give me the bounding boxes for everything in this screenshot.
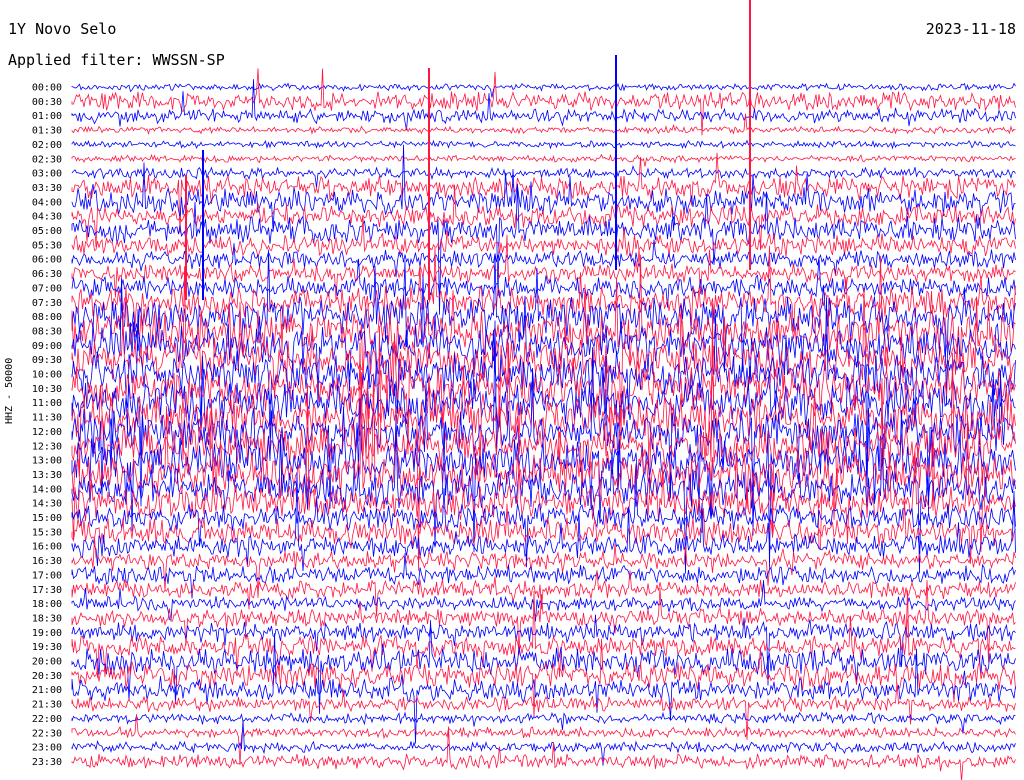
trace-line — [71, 153, 1016, 167]
time-tick-label: 05:00 — [32, 226, 62, 237]
time-tick-label: 04:00 — [32, 197, 62, 208]
time-tick-label: 22:00 — [32, 714, 62, 725]
trace-line — [71, 164, 1016, 188]
time-tick-label: 06:30 — [32, 269, 62, 280]
time-tick-label: 21:30 — [32, 700, 62, 711]
trace-line — [71, 152, 1016, 234]
time-tick-label: 01:00 — [32, 111, 62, 122]
time-tick-label: 01:30 — [32, 126, 62, 137]
time-tick-label: 03:30 — [32, 183, 62, 194]
time-tick-label: 21:00 — [32, 685, 62, 696]
time-tick-label: 23:30 — [32, 757, 62, 768]
time-tick-label: 06:00 — [32, 255, 62, 266]
time-tick-label: 08:00 — [32, 312, 62, 323]
time-tick-label: 19:30 — [32, 642, 62, 653]
time-tick-label: 12:00 — [32, 427, 62, 438]
time-tick-label: 23:00 — [32, 743, 62, 754]
trace-line — [71, 633, 1016, 744]
trace-line — [71, 714, 1016, 766]
time-tick-label: 10:00 — [32, 370, 62, 381]
trace-line — [71, 184, 1016, 251]
time-tick-label: 07:30 — [32, 298, 62, 309]
trace-line — [71, 614, 1016, 686]
time-tick-label: 20:00 — [32, 657, 62, 668]
time-tick-label: 14:00 — [32, 484, 62, 495]
time-tick-label: 15:30 — [32, 527, 62, 538]
seismogram-plot: 00:00 00:30 01:00 01:30 02:00 02:30 03:00 03:30… — [32, 0, 1016, 780]
time-tick-label: 17:30 — [32, 585, 62, 596]
time-tick-label: 11:00 — [32, 398, 62, 409]
time-tick-label: 13:00 — [32, 456, 62, 467]
time-tick-label: 08:30 — [32, 326, 62, 337]
time-tick-label: 05:30 — [32, 240, 62, 251]
trace-line — [71, 68, 1016, 136]
time-tick-label: 15:00 — [32, 513, 62, 524]
trace-line — [71, 537, 1016, 598]
trace-line — [71, 82, 1016, 98]
trace-line — [71, 580, 1016, 663]
time-tick-label: 00:30 — [32, 97, 62, 108]
time-tick-label: 02:00 — [32, 140, 62, 151]
time-tick-label: 12:30 — [32, 441, 62, 452]
time-tick-label: 11:30 — [32, 413, 62, 424]
time-tick-label: 00:00 — [32, 83, 62, 94]
time-tick-label: 22:30 — [32, 728, 62, 739]
time-tick-label: 16:00 — [32, 542, 62, 553]
time-tick-label: 07:00 — [32, 283, 62, 294]
time-tick-label: 16:30 — [32, 556, 62, 567]
time-tick-label: 18:30 — [32, 613, 62, 624]
time-tick-label: 19:00 — [32, 628, 62, 639]
time-tick-label: 03:00 — [32, 169, 62, 180]
time-tick-label: 09:00 — [32, 341, 62, 352]
time-tick-label: 09:30 — [32, 355, 62, 366]
time-tick-label: 18:00 — [32, 599, 62, 610]
time-tick-label: 20:30 — [32, 671, 62, 682]
trace-line — [71, 719, 1016, 766]
trace-line — [71, 217, 1016, 259]
time-tick-label: 02:30 — [32, 154, 62, 165]
time-tick-label: 14:30 — [32, 499, 62, 510]
trace-line — [71, 139, 1016, 150]
time-tick-label: 10:30 — [32, 384, 62, 395]
time-tick-label: 17:00 — [32, 570, 62, 581]
time-tick-label: 04:30 — [32, 212, 62, 223]
time-tick-label: 13:30 — [32, 470, 62, 481]
